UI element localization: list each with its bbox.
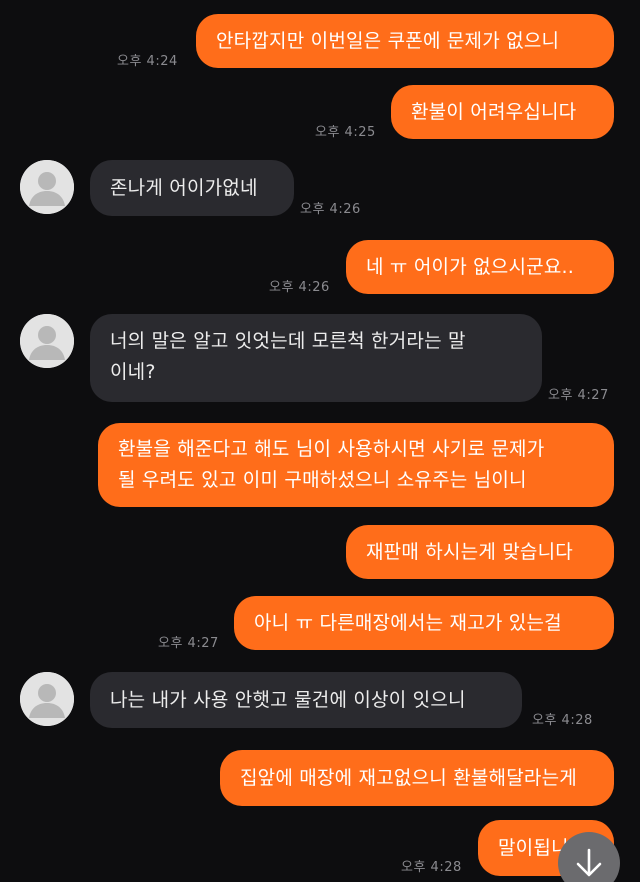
default-person-icon <box>20 672 74 726</box>
default-person-icon <box>20 160 74 214</box>
message-text: 집앞에 매장에 재고없으니 환불해달라는게 <box>240 766 577 789</box>
message-timestamp: 오후 4:28 <box>532 713 593 728</box>
avatar[interactable] <box>20 314 74 368</box>
message-text: 아니 ㅠ 다른매장에서는 재고가 있는걸 <box>254 611 562 634</box>
message-timestamp: 오후 4:24 <box>117 54 178 69</box>
message-bubble-sent[interactable]: 환불이 어려우십니다 <box>391 85 614 139</box>
message-bubble-sent[interactable]: 아니 ㅠ 다른매장에서는 재고가 있는걸 <box>234 596 614 650</box>
message-timestamp: 오후 4:25 <box>315 125 376 140</box>
message-timestamp: 오후 4:26 <box>300 202 361 217</box>
message-text: 네 ㅠ 어이가 없으시군요.. <box>366 255 574 278</box>
message-bubble-sent[interactable]: 네 ㅠ 어이가 없으시군요.. <box>346 240 614 294</box>
arrow-down-icon <box>576 848 602 877</box>
message-text: 나는 내가 사용 안햇고 물건에 이상이 잇으니 <box>110 688 466 711</box>
message-bubble-received[interactable]: 존나게 어이가없네 <box>90 160 294 216</box>
message-text: 환불을 해준다고 해도 님이 사용하시면 사기로 문제가 될 우려도 있고 이미… <box>118 438 545 491</box>
message-timestamp: 오후 4:28 <box>401 860 462 875</box>
avatar[interactable] <box>20 672 74 726</box>
message-text: 존나게 어이가없네 <box>110 176 258 199</box>
message-text: 너의 말은 알고 잇엇는데 모른척 한거라는 말 이네? <box>110 330 466 383</box>
message-timestamp: 오후 4:26 <box>269 280 330 295</box>
message-bubble-sent[interactable]: 집앞에 매장에 재고없으니 환불해달라는게 <box>220 750 614 806</box>
message-bubble-received[interactable]: 너의 말은 알고 잇엇는데 모른척 한거라는 말 이네? <box>90 314 542 402</box>
message-bubble-sent[interactable]: 재판매 하시는게 맞습니다 <box>346 525 614 579</box>
default-person-icon <box>20 314 74 368</box>
message-bubble-sent[interactable]: 안타깝지만 이번일은 쿠폰에 문제가 없으니 <box>196 14 614 68</box>
chat-window: 오후 4:24 안타깝지만 이번일은 쿠폰에 문제가 없으니 오후 4:25 환… <box>0 0 640 882</box>
message-timestamp: 오후 4:27 <box>158 636 219 651</box>
avatar[interactable] <box>20 160 74 214</box>
message-text: 재판매 하시는게 맞습니다 <box>366 540 573 563</box>
message-bubble-sent[interactable]: 환불을 해준다고 해도 님이 사용하시면 사기로 문제가 될 우려도 있고 이미… <box>98 423 614 507</box>
message-bubble-received[interactable]: 나는 내가 사용 안햇고 물건에 이상이 잇으니 <box>90 672 522 728</box>
message-text: 안타깝지만 이번일은 쿠폰에 문제가 없으니 <box>216 29 560 52</box>
message-text: 환불이 어려우십니다 <box>411 100 577 123</box>
message-timestamp: 오후 4:27 <box>548 388 609 403</box>
